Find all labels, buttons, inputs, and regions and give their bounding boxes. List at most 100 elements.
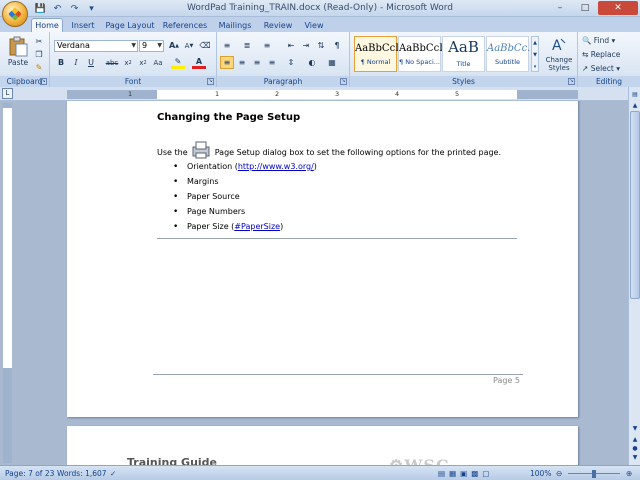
scroll-down-icon[interactable]: ▼: [630, 423, 640, 434]
italic-icon[interactable]: I: [69, 56, 83, 69]
style-title[interactable]: AaB Title: [442, 36, 485, 72]
style-normal[interactable]: AaBbCcI ¶ Normal: [354, 36, 399, 72]
view-buttons[interactable]: ▤▦▣▩▢: [438, 469, 493, 478]
bullets-icon[interactable]: ≡: [220, 39, 234, 52]
list-item: Paper Source: [173, 191, 317, 206]
paragraph-group: ≡ ≣ ≡ ⇤ ⇥ ⇅ ¶ ≡ ≡ ≡ ≡ ⇕ ◐ ▦ Paragraph ↘: [217, 32, 350, 87]
line-spacing-icon[interactable]: ⇕: [284, 56, 298, 69]
title-bar: 💾 ↶ ↷ ▾ WordPad Training_TRAIN.docx (Rea…: [0, 0, 640, 17]
horizontal-ruler[interactable]: 1 1 2 3 4 5: [67, 90, 578, 99]
document-area[interactable]: Changing the Page Setup Use the Page Set…: [15, 101, 628, 465]
paragraph-launcher-icon[interactable]: ↘: [340, 78, 347, 85]
strikethrough-icon[interactable]: abc: [105, 56, 119, 69]
change-styles-icon[interactable]: A: [543, 35, 575, 55]
copy-icon[interactable]: ❐: [32, 48, 46, 61]
office-button[interactable]: [2, 1, 28, 27]
grow-font-icon[interactable]: A ▲: [167, 39, 181, 52]
ruler-number: 1: [128, 90, 133, 98]
scroll-thumb[interactable]: [630, 111, 640, 299]
style-preview: AaBbCcI: [399, 43, 444, 54]
change-case-icon[interactable]: Aa: [151, 56, 165, 69]
minimize-button[interactable]: –: [548, 1, 572, 15]
clipboard-launcher-icon[interactable]: ↘: [40, 78, 47, 85]
zoom-out-icon[interactable]: ⊖: [556, 469, 562, 478]
orientation-link[interactable]: http://www.w3.org/: [238, 162, 314, 171]
maximize-button[interactable]: □: [573, 1, 597, 15]
ruler-toggle-icon[interactable]: ▤: [630, 89, 640, 100]
paper-size-link[interactable]: #PaperSize: [234, 222, 280, 231]
font-launcher-icon[interactable]: ↘: [207, 78, 214, 85]
highlight-icon[interactable]: ✎: [171, 56, 185, 69]
tab-references[interactable]: References: [160, 18, 210, 32]
shrink-font-icon[interactable]: A ▼: [182, 39, 196, 52]
list-item-suffix: ): [313, 162, 317, 171]
office-logo-icon: [8, 7, 22, 21]
align-right-icon[interactable]: ≡: [250, 56, 264, 69]
show-formatting-icon[interactable]: ¶: [330, 39, 344, 52]
superscript-icon[interactable]: x2: [136, 56, 150, 69]
numbering-icon[interactable]: ≣: [240, 39, 254, 52]
sort-icon[interactable]: ⇅: [314, 39, 328, 52]
decrease-indent-icon[interactable]: ⇤: [284, 39, 298, 52]
style-subtitle[interactable]: AaBbCc. Subtitle: [486, 36, 530, 72]
page-setup-icon: [191, 141, 211, 159]
word-count[interactable]: Words: 1,607: [57, 469, 107, 478]
subscript-icon[interactable]: x2: [121, 56, 135, 69]
font-color-icon[interactable]: A: [192, 56, 206, 69]
next-document-page[interactable]: Training Guide ⚙WSC: [67, 426, 578, 465]
styles-group-label: Styles: [350, 76, 577, 87]
replace-button[interactable]: ⇆ Replace: [582, 50, 620, 59]
section-heading: Changing the Page Setup: [157, 112, 301, 123]
cut-icon[interactable]: ✂: [32, 35, 46, 48]
align-left-icon[interactable]: ≡: [220, 56, 234, 69]
tab-insert[interactable]: Insert: [66, 18, 100, 32]
underline-icon[interactable]: U: [84, 56, 98, 69]
multilevel-list-icon[interactable]: ≡: [260, 39, 274, 52]
styles-scroll[interactable]: ▲ ▼ ▾: [531, 36, 539, 72]
vertical-scrollbar[interactable]: ▤ ▲ ▼ ▲ ● ▼: [628, 87, 640, 465]
editing-group-label: Editing: [578, 76, 640, 87]
paste-label[interactable]: Paste: [4, 58, 32, 67]
tab-view[interactable]: View: [300, 18, 328, 32]
editing-group: 🔍 Find ▾ ⇆ Replace ↗ Select ▾ Editing: [578, 32, 640, 87]
ribbon: Paste ✂ ❐ ✎ Clipboard ↘ Verdana ▼ 9 ▼ A ▲…: [0, 32, 640, 87]
tab-selector-icon[interactable]: L: [2, 88, 13, 99]
next-page-icon[interactable]: ▼: [630, 452, 640, 463]
zoom-in-icon[interactable]: ⊕: [626, 469, 632, 478]
style-name: ¶ No Spaci...: [399, 58, 440, 66]
zoom-slider-thumb[interactable]: [592, 470, 596, 478]
bold-icon[interactable]: B: [54, 56, 68, 69]
document-page[interactable]: Changing the Page Setup Use the Page Set…: [67, 101, 578, 417]
clear-formatting-icon[interactable]: ⌫: [198, 39, 212, 52]
close-button[interactable]: ✕: [598, 1, 638, 15]
page-count[interactable]: Page: 7 of 23: [5, 469, 54, 478]
find-button[interactable]: 🔍 Find ▾: [582, 36, 615, 45]
style-no-spacing[interactable]: AaBbCcI ¶ No Spaci...: [398, 36, 444, 72]
borders-icon[interactable]: ▦: [325, 56, 339, 69]
tab-home[interactable]: Home: [31, 18, 63, 32]
svg-text:A: A: [552, 38, 562, 54]
scroll-up-icon[interactable]: ▲: [630, 100, 640, 111]
font-name-combo[interactable]: Verdana ▼: [54, 40, 138, 52]
change-styles-label[interactable]: Change Styles: [540, 56, 578, 72]
shading-icon[interactable]: ◐: [305, 56, 319, 69]
font-size-combo[interactable]: 9 ▼: [139, 40, 164, 52]
align-center-icon[interactable]: ≡: [235, 56, 249, 69]
styles-launcher-icon[interactable]: ↘: [568, 78, 575, 85]
select-label: Select: [590, 64, 614, 73]
tab-mailings[interactable]: Mailings: [214, 18, 256, 32]
proofing-icon[interactable]: ✓: [110, 469, 116, 478]
format-painter-icon[interactable]: ✎: [32, 61, 46, 74]
select-button[interactable]: ↗ Select ▾: [582, 64, 620, 73]
justify-icon[interactable]: ≡: [265, 56, 279, 69]
paste-icon[interactable]: [7, 35, 29, 57]
list-item: Margins: [173, 176, 317, 191]
zoom-level[interactable]: 100%: [530, 469, 551, 478]
select-icon: ↗: [582, 64, 589, 73]
status-bar: Page: 7 of 23 Words: 1,607 ✓ ▤▦▣▩▢ 100% …: [0, 465, 640, 480]
vertical-ruler[interactable]: [3, 103, 12, 463]
font-group: Verdana ▼ 9 ▼ A ▲ A ▼ ⌫ B I U abc x2 x2 Aa…: [50, 32, 217, 87]
increase-indent-icon[interactable]: ⇥: [299, 39, 313, 52]
tab-review[interactable]: Review: [260, 18, 296, 32]
tab-page-layout[interactable]: Page Layout: [104, 18, 156, 32]
